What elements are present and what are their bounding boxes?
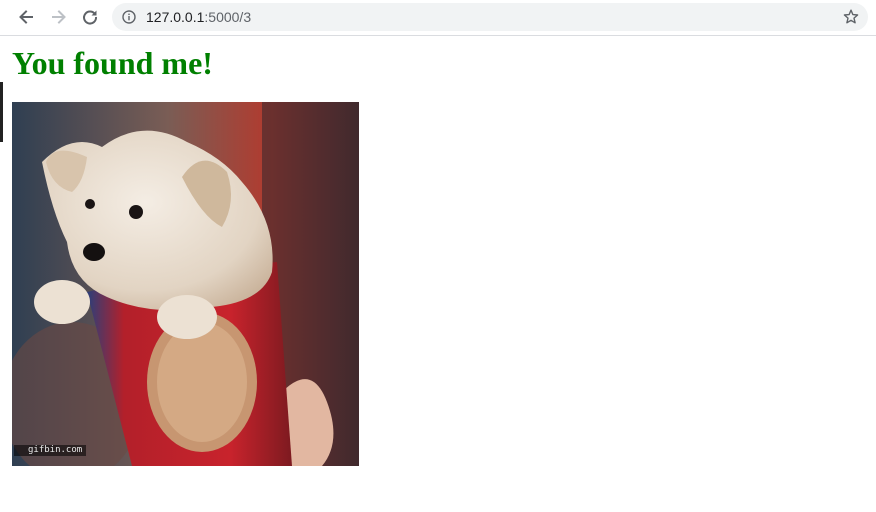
url-text[interactable]: 127.0.0.1:5000/3 [146, 3, 251, 31]
reload-icon[interactable] [78, 5, 102, 29]
image-watermark: gifbin.com [14, 445, 87, 456]
address-bar[interactable]: 127.0.0.1:5000/3 [112, 3, 868, 31]
window-edge [0, 82, 3, 142]
browser-toolbar: 127.0.0.1:5000/3 [0, 0, 876, 36]
url-path: :5000/3 [204, 9, 252, 25]
bookmark-star-icon[interactable] [842, 8, 860, 26]
page-content: You found me! gifbin.com [0, 36, 876, 512]
forward-arrow-icon[interactable] [47, 5, 71, 29]
puppy-image: gifbin.com [12, 102, 359, 466]
site-info-icon[interactable] [122, 10, 136, 24]
back-arrow-icon[interactable] [14, 5, 38, 29]
url-host: 127.0.0.1 [146, 9, 205, 25]
page-heading: You found me! [12, 45, 213, 81]
